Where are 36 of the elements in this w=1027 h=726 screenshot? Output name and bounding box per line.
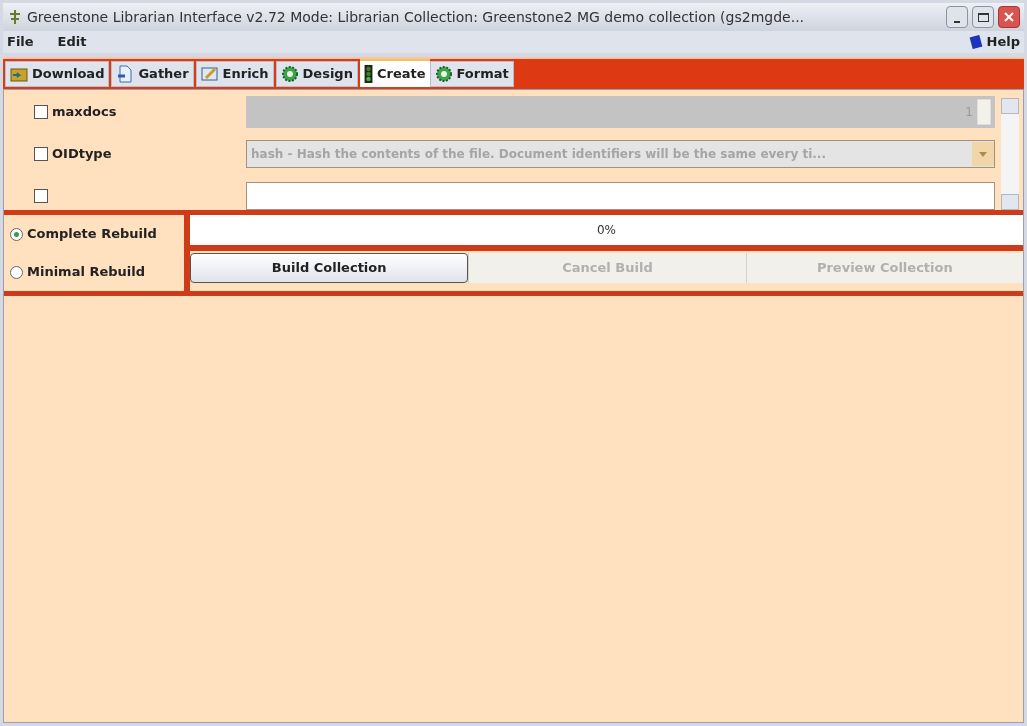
spinner-arrows-icon [977, 99, 991, 125]
text-field[interactable] [246, 182, 995, 210]
radio-label: Minimal Rebuild [27, 263, 145, 282]
document-icon [116, 65, 135, 83]
maximize-button[interactable] [972, 6, 994, 28]
app-icon [7, 9, 23, 25]
folder-icon [10, 65, 28, 83]
edit-icon [200, 65, 219, 83]
progress-reading: 0% [596, 222, 616, 239]
menu-item[interactable]: File [7, 32, 34, 52]
option-label: OIDtype [52, 145, 112, 164]
scrollbar[interactable] [1001, 98, 1019, 210]
gear-icon [280, 65, 299, 83]
window-title: Greenstone Librarian Interface v2.72 Mode: Librarian Collection: Greenstone2 MG demo collection (gs2mgde... [27, 7, 806, 27]
book-icon [968, 35, 983, 49]
close-icon [1003, 11, 1015, 23]
menu-item[interactable]: Edit [57, 32, 87, 52]
tab[interactable]: Enrich [195, 61, 274, 87]
radio-button[interactable] [10, 265, 23, 279]
checkbox[interactable] [34, 147, 48, 161]
checkbox[interactable] [34, 105, 48, 119]
minimize-button[interactable] [946, 6, 968, 28]
tab[interactable]: Format [429, 61, 514, 87]
checkbox[interactable] [34, 189, 48, 203]
help-menu[interactable]: Help [986, 32, 1020, 52]
tab[interactable]: Design [275, 61, 358, 87]
close-button[interactable] [998, 6, 1020, 28]
traffic-light-icon [363, 65, 373, 83]
radio-button[interactable] [10, 227, 23, 241]
action-button[interactable]: Build Collection [190, 253, 469, 283]
radio-label: Complete Rebuild [27, 225, 157, 244]
gear-icon [434, 65, 453, 83]
option-label: maxdocs [52, 103, 117, 122]
tab[interactable]: Gather [111, 61, 194, 87]
tab[interactable]: Download [5, 61, 110, 87]
tab[interactable]: Create [359, 59, 430, 87]
